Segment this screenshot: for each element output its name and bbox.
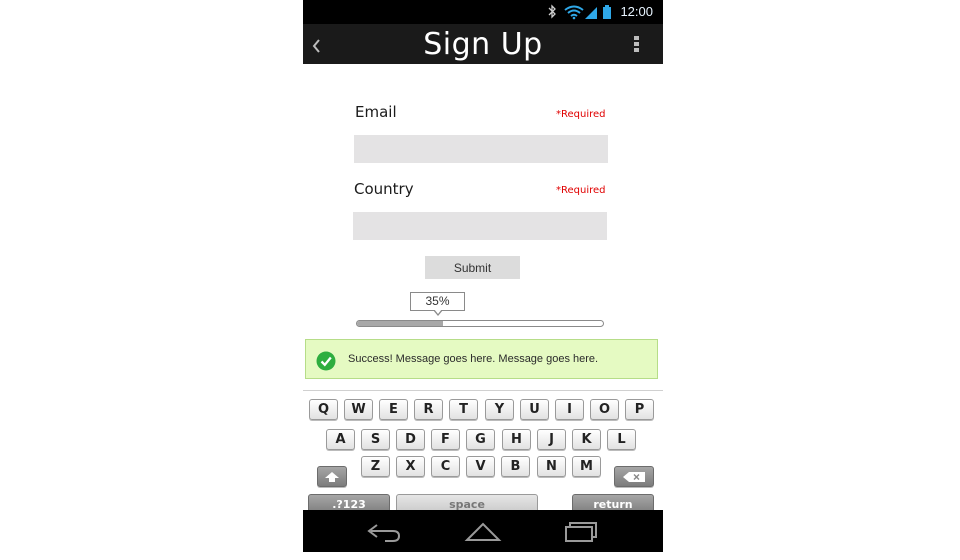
- submit-button[interactable]: Submit: [425, 256, 520, 279]
- email-field[interactable]: [354, 135, 608, 163]
- progress-bar: [356, 320, 604, 327]
- progress-fill: [357, 321, 444, 326]
- key-o[interactable]: O: [590, 399, 619, 420]
- key-x[interactable]: X: [396, 456, 425, 477]
- key-j[interactable]: J: [537, 429, 566, 450]
- key-a[interactable]: A: [326, 429, 355, 450]
- success-message: Success! Message goes here. Message goes…: [348, 353, 599, 365]
- cell-signal-icon: [585, 7, 597, 19]
- backspace-icon: [623, 472, 645, 482]
- back-icon[interactable]: [363, 519, 403, 543]
- email-label: Email: [355, 103, 397, 121]
- shift-key[interactable]: [317, 466, 347, 487]
- key-z[interactable]: Z: [361, 456, 390, 477]
- country-field[interactable]: [353, 212, 607, 240]
- page-title: Sign Up: [423, 27, 543, 62]
- battery-icon: [603, 5, 611, 19]
- action-bar: Sign Up: [303, 24, 663, 64]
- key-d[interactable]: D: [396, 429, 425, 450]
- recents-icon[interactable]: [561, 519, 601, 543]
- on-screen-keyboard: .?123 space return QWERTYUIOPASDFGHJKLZX…: [303, 390, 663, 515]
- status-time: 12:00: [620, 4, 653, 19]
- key-g[interactable]: G: [466, 429, 495, 450]
- key-f[interactable]: F: [431, 429, 460, 450]
- key-l[interactable]: L: [607, 429, 636, 450]
- key-t[interactable]: T: [449, 399, 478, 420]
- status-bar: 12:00: [303, 0, 663, 24]
- key-m[interactable]: M: [572, 456, 601, 477]
- chevron-left-icon[interactable]: [307, 34, 327, 56]
- key-y[interactable]: Y: [485, 399, 514, 420]
- key-v[interactable]: V: [466, 456, 495, 477]
- key-u[interactable]: U: [520, 399, 549, 420]
- key-c[interactable]: C: [431, 456, 460, 477]
- key-e[interactable]: E: [379, 399, 408, 420]
- shift-arrow-icon: [325, 472, 339, 482]
- email-required-note: *Required: [556, 109, 606, 120]
- key-s[interactable]: S: [361, 429, 390, 450]
- key-h[interactable]: H: [502, 429, 531, 450]
- home-icon[interactable]: [463, 519, 503, 543]
- overflow-menu-icon[interactable]: [631, 35, 641, 55]
- wifi-icon: [564, 5, 584, 20]
- phone-screen: 12:00 Sign Up Email *Required Country *R…: [303, 0, 663, 552]
- country-label: Country: [354, 180, 414, 198]
- status-icons: [548, 4, 611, 20]
- success-banner: Success! Message goes here. Message goes…: [305, 339, 658, 379]
- key-k[interactable]: K: [572, 429, 601, 450]
- key-n[interactable]: N: [537, 456, 566, 477]
- key-q[interactable]: Q: [309, 399, 338, 420]
- backspace-key[interactable]: [614, 466, 654, 487]
- checkmark-circle-icon: [316, 351, 336, 371]
- key-r[interactable]: R: [414, 399, 443, 420]
- key-w[interactable]: W: [344, 399, 373, 420]
- nav-bar: [303, 510, 663, 552]
- bluetooth-icon: [548, 4, 556, 19]
- country-required-note: *Required: [556, 185, 606, 196]
- key-p[interactable]: P: [625, 399, 654, 420]
- key-b[interactable]: B: [501, 456, 530, 477]
- key-i[interactable]: I: [555, 399, 584, 420]
